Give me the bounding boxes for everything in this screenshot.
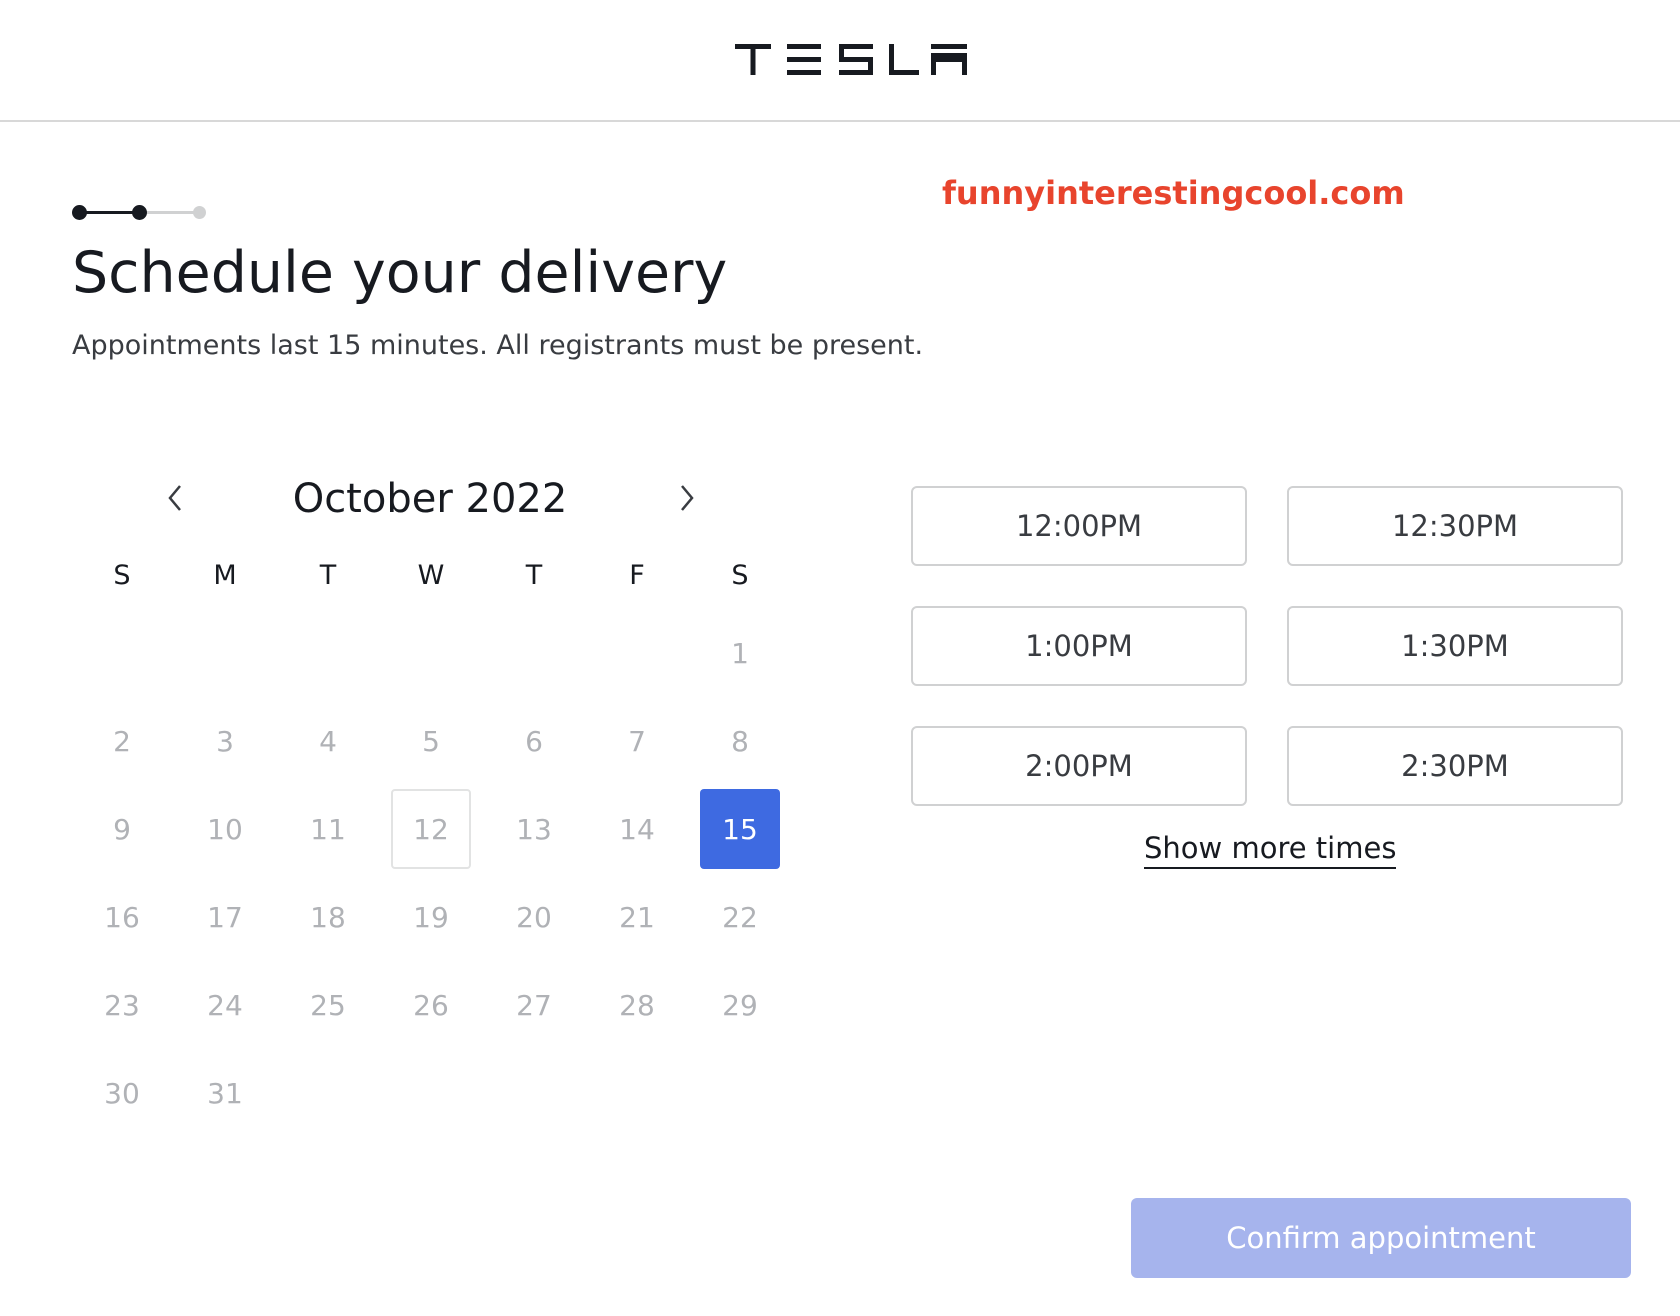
step-connector xyxy=(140,211,200,214)
weekday-label: F xyxy=(629,560,645,591)
watermark-text: funnyinterestingcool.com xyxy=(942,174,1405,212)
weekday-label: T xyxy=(525,560,543,591)
weekday-label: T xyxy=(319,560,337,591)
calendar-day[interactable]: 20 xyxy=(494,877,574,957)
tesla-wordmark-icon xyxy=(735,44,967,75)
calendar-day[interactable]: 31 xyxy=(185,1053,265,1133)
calendar-day[interactable]: 26 xyxy=(391,965,471,1045)
step-dot-3 xyxy=(193,206,206,219)
calendar-header: October 2022 xyxy=(160,470,700,530)
weekday-label: S xyxy=(731,560,749,591)
page-subtitle: Appointments last 15 minutes. All regist… xyxy=(72,330,924,361)
calendar-day[interactable]: 4 xyxy=(288,701,368,781)
calendar-day[interactable]: 13 xyxy=(494,789,574,869)
chevron-right-icon xyxy=(681,485,694,511)
step-connector xyxy=(80,211,140,214)
weekday-label: S xyxy=(113,560,131,591)
time-slot-button[interactable]: 1:00PM xyxy=(911,606,1247,686)
calendar-day[interactable]: 11 xyxy=(288,789,368,869)
calendar-day[interactable]: 2 xyxy=(82,701,162,781)
progress-stepper xyxy=(72,205,212,220)
calendar-day[interactable]: 21 xyxy=(597,877,677,957)
calendar-day[interactable]: 6 xyxy=(494,701,574,781)
calendar-day[interactable]: 14 xyxy=(597,789,677,869)
calendar-day[interactable]: 17 xyxy=(185,877,265,957)
page: funnyinterestingcool.com Schedule your d… xyxy=(0,0,1680,1316)
weekday-header: SMTWTFS xyxy=(72,560,792,600)
calendar-day[interactable]: 22 xyxy=(700,877,780,957)
calendar-day[interactable]: 8 xyxy=(700,701,780,781)
calendar-day-selected[interactable]: 15 xyxy=(700,789,780,869)
calendar-day[interactable]: 3 xyxy=(185,701,265,781)
weekday-label: M xyxy=(213,560,237,591)
calendar-day[interactable]: 12 xyxy=(391,789,471,869)
time-slot-button[interactable]: 2:30PM xyxy=(1287,726,1623,806)
calendar-day[interactable]: 27 xyxy=(494,965,574,1045)
calendar-day[interactable]: 10 xyxy=(185,789,265,869)
confirm-appointment-button[interactable]: Confirm appointment xyxy=(1131,1198,1631,1278)
month-label: October 2022 xyxy=(292,476,568,522)
time-slot-button[interactable]: 12:30PM xyxy=(1287,486,1623,566)
calendar-day[interactable]: 23 xyxy=(82,965,162,1045)
calendar-day[interactable]: 24 xyxy=(185,965,265,1045)
page-title: Schedule your delivery xyxy=(72,240,728,306)
step-dot-2 xyxy=(132,205,147,220)
calendar-day[interactable]: 1 xyxy=(700,613,780,693)
calendar-day[interactable]: 9 xyxy=(82,789,162,869)
calendar-day[interactable]: 25 xyxy=(288,965,368,1045)
calendar-day[interactable]: 30 xyxy=(82,1053,162,1133)
next-month-button[interactable] xyxy=(672,478,702,518)
time-slot-button[interactable]: 1:30PM xyxy=(1287,606,1623,686)
calendar-day[interactable]: 19 xyxy=(391,877,471,957)
time-slot-button[interactable]: 12:00PM xyxy=(911,486,1247,566)
calendar-day[interactable]: 7 xyxy=(597,701,677,781)
step-dot-1 xyxy=(72,205,87,220)
calendar-day[interactable]: 29 xyxy=(700,965,780,1045)
calendar-day[interactable]: 16 xyxy=(82,877,162,957)
calendar-day[interactable]: 28 xyxy=(597,965,677,1045)
tesla-logo[interactable] xyxy=(735,42,967,76)
show-more-times-link[interactable]: Show more times xyxy=(1144,832,1397,869)
weekday-label: W xyxy=(417,560,445,591)
calendar-day[interactable]: 18 xyxy=(288,877,368,957)
time-slot-button[interactable]: 2:00PM xyxy=(911,726,1247,806)
calendar-day[interactable]: 5 xyxy=(391,701,471,781)
site-header xyxy=(0,0,1680,122)
